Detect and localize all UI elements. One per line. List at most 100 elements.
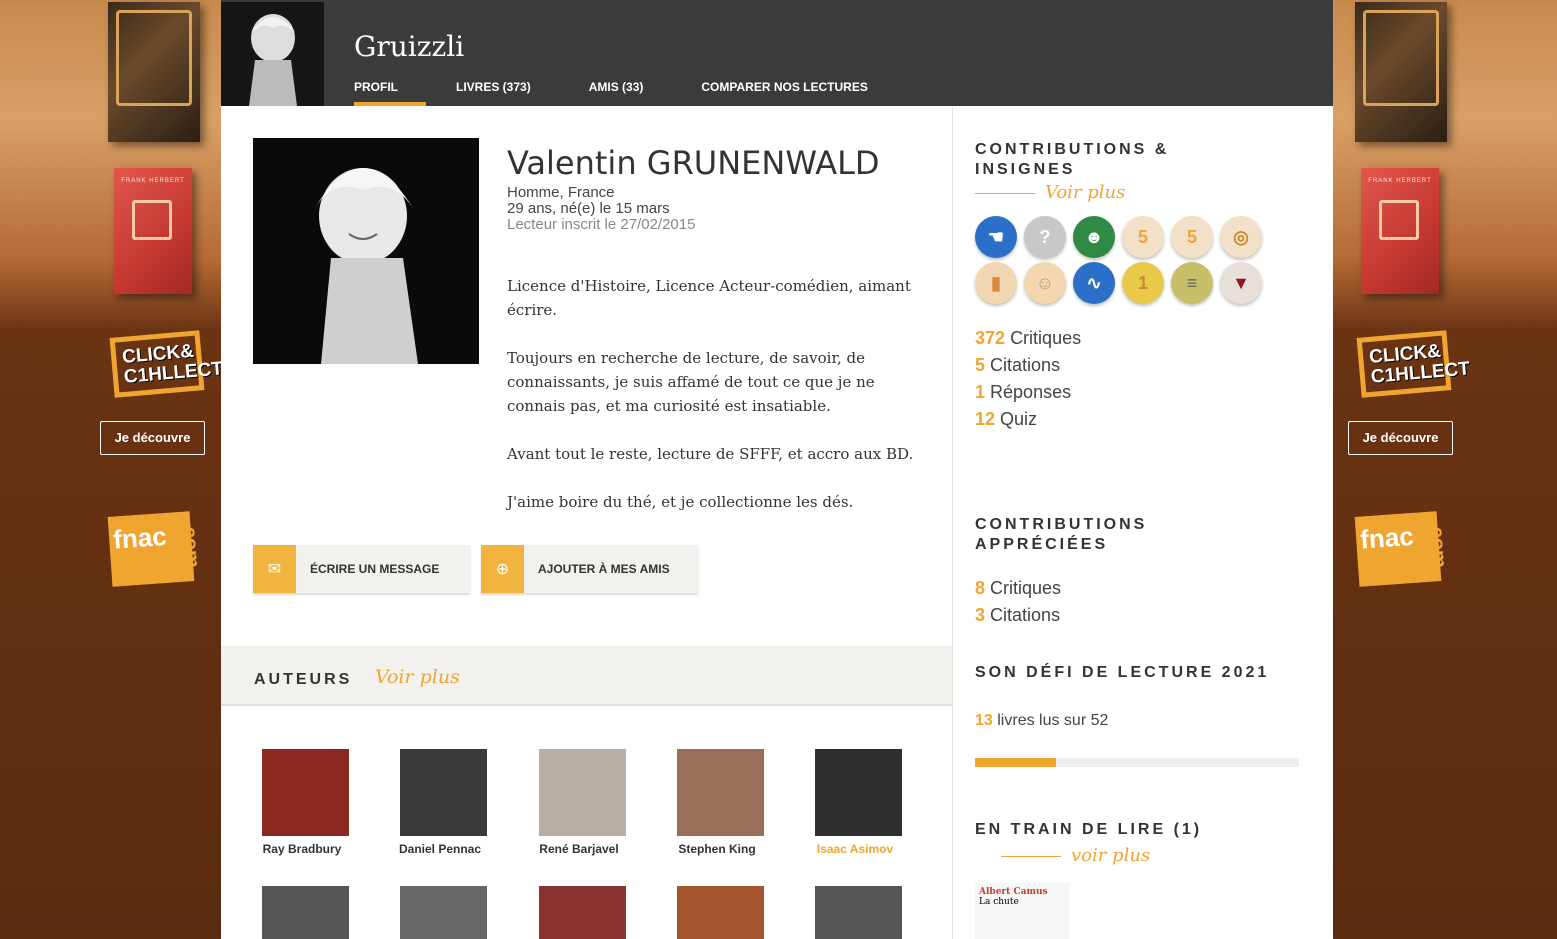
contributions-title: CONTRIBUTIONS & INSIGNES — [975, 141, 1170, 178]
registered-date: Lecteur inscrit le 27/02/2015 — [507, 216, 696, 233]
stack-icon[interactable]: ≡ — [1171, 262, 1213, 304]
tab-comparer[interactable]: COMPARER NOS LECTURES — [701, 80, 867, 106]
dune-book-cover-red[interactable]: FRANK HERBERT — [1361, 168, 1439, 294]
author-photo — [814, 749, 902, 836]
tab-livres[interactable]: LIVRES (373) — [456, 80, 531, 106]
reading-see-more-link[interactable]: voir plus — [975, 845, 1150, 866]
add-user-icon: ⊕ — [481, 545, 524, 593]
appreciated-citations[interactable]: 3 Citations — [975, 605, 1060, 626]
challenge-progress-bar — [975, 758, 1299, 767]
dune-book-cover[interactable] — [1355, 2, 1447, 142]
profile-drawing — [253, 138, 479, 364]
discover-button[interactable]: Je découvre — [100, 421, 205, 455]
dune-logo — [1379, 200, 1419, 240]
header-avatar[interactable] — [221, 2, 324, 106]
stat-label: Réponses — [990, 382, 1072, 402]
author-card[interactable] — [393, 886, 493, 939]
click-collect-logo[interactable]: CLICK& C1HLLECT — [1356, 330, 1471, 398]
book-author: FRANK HERBERT — [121, 178, 185, 184]
stat-number: 5 — [975, 355, 986, 375]
author-photo — [676, 886, 764, 939]
click-collect-logo[interactable]: CLICK& C1HLLECT — [109, 330, 224, 398]
author-card[interactable]: Isaac Asimov — [808, 749, 908, 856]
hand-pointer-icon[interactable]: ☚ — [975, 216, 1017, 258]
write-message-button[interactable]: ✉ ÉCRIRE UN MESSAGE — [253, 545, 470, 593]
author-card[interactable] — [808, 886, 908, 939]
right-ad-column[interactable]: FRANK HERBERT CLICK& C1HLLECT Je découvr… — [1333, 0, 1557, 939]
current-book-cover[interactable]: Albert Camus La chute — [975, 883, 1070, 939]
header-username: Gruizzli — [354, 30, 465, 63]
fnac-com-text: .com — [1425, 520, 1451, 569]
stat-label: Quiz — [1000, 409, 1038, 429]
stat-critiques[interactable]: 372 Critiques — [975, 328, 1081, 349]
stat-quiz[interactable]: 12 Quiz — [975, 409, 1037, 430]
stat-number: 1 — [975, 382, 986, 402]
author-name[interactable]: René Barjavel — [526, 842, 632, 856]
stat-number: 8 — [975, 578, 986, 598]
bio-paragraph: Toujours en recherche de lecture, de sav… — [507, 349, 875, 415]
quote-5-icon[interactable]: 5 — [1171, 216, 1213, 258]
challenge-progress-fill — [975, 758, 1056, 767]
book-author: FRANK HERBERT — [1368, 178, 1432, 184]
dune-logo — [1363, 10, 1439, 106]
bio-paragraph: Licence d'Histoire, Licence Acteur-coméd… — [507, 277, 911, 319]
bio-paragraph: Avant tout le reste, lecture de SFFF, et… — [507, 445, 914, 463]
appreciated-critiques[interactable]: 8 Critiques — [975, 578, 1061, 599]
rings-icon[interactable]: ◎ — [1220, 216, 1262, 258]
envelope-icon: ✉ — [253, 545, 296, 593]
pages-5-icon[interactable]: 5 — [1122, 216, 1164, 258]
stat-reponses[interactable]: 1 Réponses — [975, 382, 1071, 403]
author-card[interactable] — [255, 886, 355, 939]
author-name[interactable]: Isaac Asimov — [802, 842, 908, 856]
add-friend-button[interactable]: ⊕ AJOUTER À MES AMIS — [481, 545, 698, 593]
main-panel: Gruizzli PROFIL LIVRES (373) AMIS (33) C… — [221, 0, 1333, 939]
dune-book-cover[interactable] — [108, 2, 200, 142]
challenge-count: 13 — [975, 712, 993, 729]
stat-number: 372 — [975, 328, 1006, 348]
author-card[interactable] — [670, 886, 770, 939]
avatar-drawing — [221, 2, 324, 106]
dune-book-cover-red[interactable]: FRANK HERBERT — [114, 168, 192, 294]
author-card[interactable]: René Barjavel — [532, 749, 632, 856]
left-ad-column[interactable]: FRANK HERBERT CLICK& C1HLLECT Je découvr… — [0, 0, 224, 939]
author-card[interactable] — [532, 886, 632, 939]
profile-content: Valentin GRUNENWALD Homme, France 29 ans… — [236, 106, 952, 646]
blood-icon[interactable]: ▼ — [1220, 262, 1262, 304]
dragon-icon[interactable]: ∿ — [1073, 262, 1115, 304]
stat-citations[interactable]: 5 Citations — [975, 355, 1060, 376]
author-photo — [814, 886, 902, 939]
stat-label: Citations — [990, 605, 1061, 625]
appreciated-title: CONTRIBUTIONS APPRÉCIÉES — [975, 516, 1148, 553]
authors-see-more-link[interactable]: Voir plus — [375, 666, 460, 688]
author-photo — [261, 749, 349, 836]
age: 29 ans, né(e) le 15 mars — [507, 200, 670, 217]
author-photo — [676, 749, 764, 836]
author-card[interactable]: Stephen King — [670, 749, 770, 856]
question-icon[interactable]: ? — [1024, 216, 1066, 258]
profile-name: Valentin GRUNENWALD — [507, 144, 880, 182]
profile-meta: Homme, France 29 ans, né(e) le 15 mars L… — [507, 185, 695, 233]
author-name[interactable]: Ray Bradbury — [249, 842, 355, 856]
author-photo — [399, 886, 487, 939]
author-card[interactable]: Ray Bradbury — [255, 749, 355, 856]
author-card[interactable]: Daniel Pennac — [393, 749, 493, 856]
tab-amis[interactable]: AMIS (33) — [589, 80, 644, 106]
first-book-icon[interactable]: 1 — [1122, 262, 1164, 304]
author-photo — [399, 749, 487, 836]
reading-title: EN TRAIN DE LIRE (1) — [975, 821, 1203, 838]
tab-profil[interactable]: PROFIL — [354, 80, 426, 106]
profile-header: Gruizzli PROFIL LIVRES (373) AMIS (33) C… — [221, 0, 1333, 106]
person-icon[interactable]: ☺ — [1024, 262, 1066, 304]
alien-icon[interactable]: ☻ — [1073, 216, 1115, 258]
contributions-see-more-link[interactable]: Voir plus — [975, 182, 1125, 203]
author-name[interactable]: Stephen King — [664, 842, 770, 856]
fnac-logo[interactable]: fnac .com — [107, 511, 203, 587]
book-icon[interactable]: ▮ — [975, 262, 1017, 304]
author-name[interactable]: Daniel Pennac — [387, 842, 493, 856]
fnac-logo[interactable]: fnac .com — [1354, 511, 1450, 587]
discover-button[interactable]: Je découvre — [1348, 421, 1453, 455]
fnac-com-text: .com — [178, 520, 204, 569]
bio-paragraph: J'aime boire du thé, et je collectionne … — [507, 493, 854, 511]
profile-bio: Licence d'Histoire, Licence Acteur-coméd… — [507, 274, 927, 538]
author-photo — [538, 886, 626, 939]
